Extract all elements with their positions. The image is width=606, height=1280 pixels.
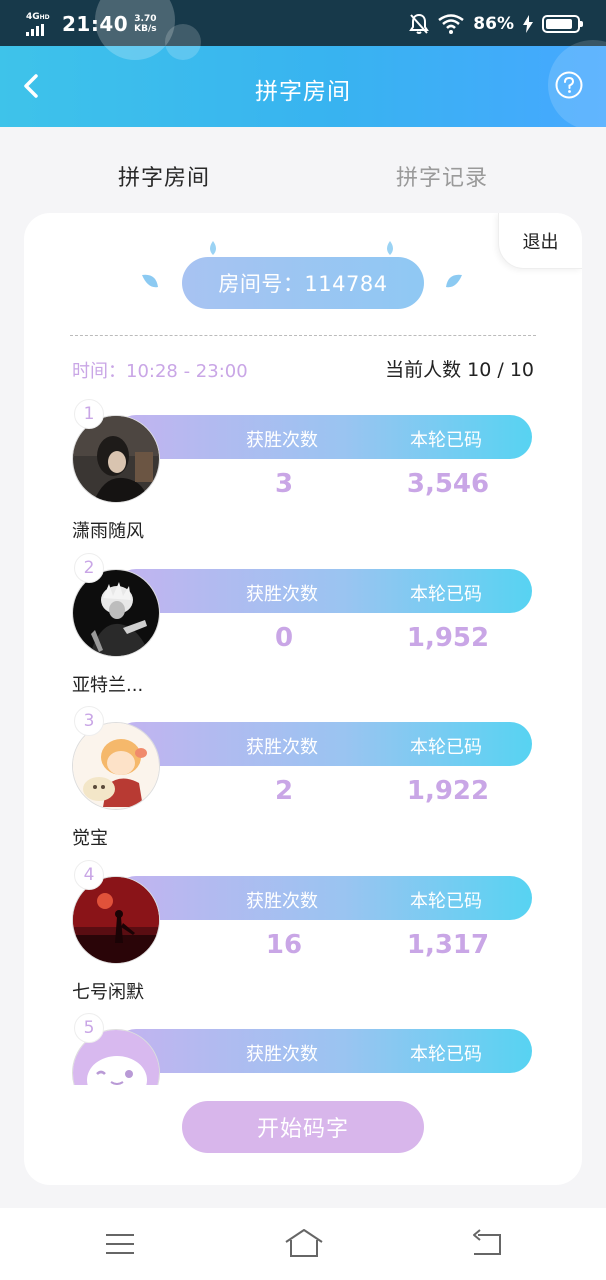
chars-value: 3,546 [406,469,490,499]
wins-value: 3 [274,469,294,499]
decor-bubble [165,24,201,60]
network-speed: 3.70 KB/s [134,14,156,34]
stat-header-bar: 获胜次数 本轮已码 [114,1029,532,1073]
battery-fill [546,19,572,29]
chars-value: 1,922 [406,776,490,806]
chars-header: 本轮已码 [410,1044,482,1065]
player-row: 3 获胜次数 本轮已码 2 1,922 觉宝 [24,702,582,855]
player-row: 5 获胜次数 本轮已码 [24,1009,582,1085]
rank-badge: 3 [74,706,104,736]
wins-value: 16 [265,930,303,960]
divider [70,335,536,336]
tab-record[interactable]: 拼字记录 [396,160,488,192]
stat-header-bar: 获胜次数 本轮已码 [114,876,532,920]
menu-icon[interactable] [100,1226,140,1262]
return-icon[interactable] [468,1226,508,1262]
drop-decor-icon [387,241,393,255]
exit-button[interactable]: 退出 [498,213,582,269]
battery-icon [542,15,583,33]
wins-header: 获胜次数 [246,430,318,451]
player-name: 觉宝 [72,828,108,849]
wins-header: 获胜次数 [246,584,318,605]
room-number-badge: 房间号：114784 [182,257,424,309]
chars-header: 本轮已码 [410,891,482,912]
network-type: 4G [26,11,40,22]
wifi-icon [438,14,465,34]
wins-header: 获胜次数 [246,737,318,758]
player-row: 1 获胜次数 本轮已码 3 3,546 潇雨随风 [24,395,582,548]
rank-badge: 5 [74,1013,104,1043]
player-row: 2 获胜次数 本轮已码 0 1,952 亚特兰... [24,549,582,702]
question-circle-icon[interactable] [554,70,584,100]
stat-header-bar: 获胜次数 本轮已码 [114,722,532,766]
player-list[interactable]: 1 获胜次数 本轮已码 3 3,546 潇雨随风 2 获胜次数 本轮已码 0 1… [24,395,582,1085]
wins-value: 2 [274,776,294,806]
room-card: 退出 房间号：114784 时间：10:28 - 23:00 当前人数 10 /… [24,213,582,1185]
speed-unit: KB/s [134,24,157,34]
player-name: 七号闲默 [72,982,144,1003]
drop-decor-icon [142,274,158,288]
speed-value: 3.70 [134,14,157,24]
chars-value: 1,952 [406,623,490,653]
chars-value: 1,317 [406,930,490,960]
network-sup: HD [39,13,50,21]
page-title: 拼字房间 [255,79,351,105]
tab-room[interactable]: 拼字房间 [118,160,210,192]
app-header: 4GHD 21:40 3.70 KB/s 86% 拼字房间 [0,0,606,127]
rank-badge: 1 [74,399,104,429]
clock: 21:40 [62,12,129,36]
rank-badge: 2 [74,553,104,583]
stat-header-bar: 获胜次数 本轮已码 [114,569,532,613]
player-name: 潇雨随风 [72,521,144,542]
battery-percent: 86% [473,14,514,34]
room-time: 时间：10:28 - 23:00 [72,361,248,382]
signal-bars-icon [26,23,44,36]
signal-indicator: 4GHD [26,11,56,36]
lightning-icon [523,15,533,33]
wins-header: 获胜次数 [246,891,318,912]
player-count: 当前人数 10 / 10 [385,359,534,381]
chars-header: 本轮已码 [410,737,482,758]
player-row: 4 获胜次数 本轮已码 16 1,317 七号闲默 [24,856,582,1009]
home-icon[interactable] [284,1226,324,1262]
wins-value: 0 [274,623,294,653]
wins-header: 获胜次数 [246,1044,318,1065]
status-left: 4GHD 21:40 3.70 KB/s [26,10,157,38]
bell-off-icon [409,13,430,34]
system-nav-bar [0,1208,606,1280]
drop-decor-icon [210,241,216,255]
start-typing-button[interactable]: 开始码字 [182,1101,424,1153]
status-right: 86% [409,10,583,38]
drop-decor-icon [446,274,462,288]
rank-badge: 4 [74,860,104,890]
chars-header: 本轮已码 [410,584,482,605]
player-name: 亚特兰... [72,675,144,696]
stat-header-bar: 获胜次数 本轮已码 [114,415,532,459]
chars-header: 本轮已码 [410,430,482,451]
